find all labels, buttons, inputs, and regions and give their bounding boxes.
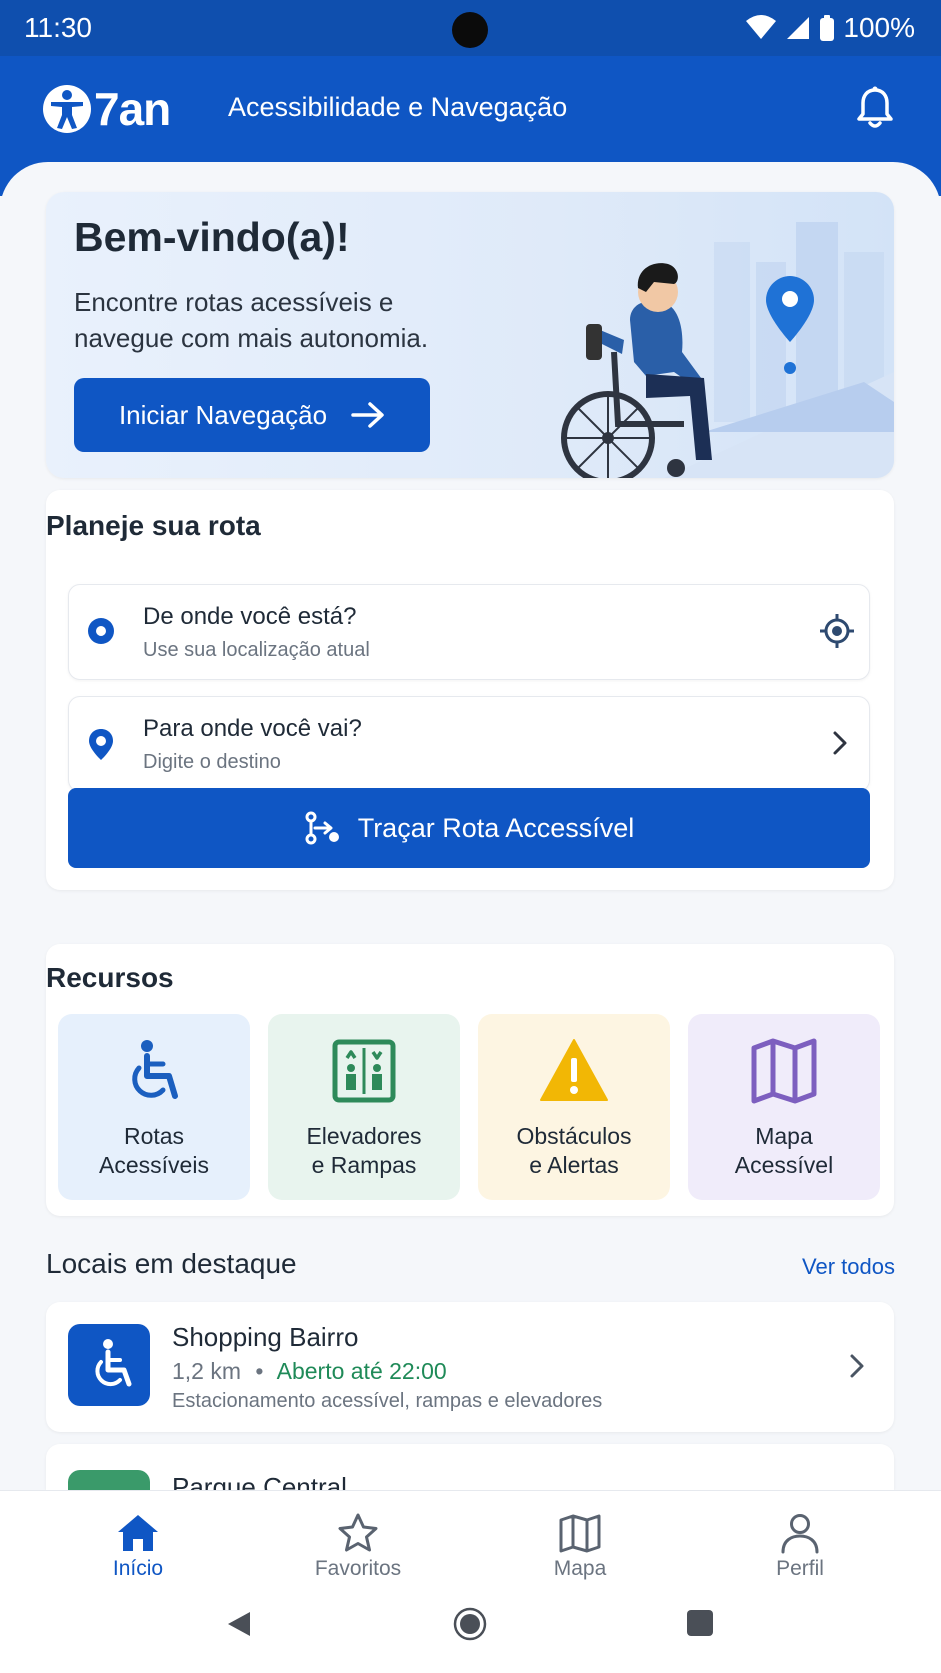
tile-obstacles-alerts-label: Obstáculos e Alertas xyxy=(516,1123,632,1178)
status-icons: 100% xyxy=(745,12,915,44)
map-icon xyxy=(559,1514,601,1553)
place-status: Aberto até 22:00 xyxy=(276,1358,447,1384)
locate-me-icon[interactable] xyxy=(819,613,855,649)
resources-card: Recursos Rotas Acessíveis Elevadores e R… xyxy=(46,944,894,1216)
nav-home[interactable]: Início xyxy=(58,1509,218,1581)
app-title: Acessibilidade e Navegação xyxy=(228,92,568,122)
wifi-icon xyxy=(746,15,777,39)
place-description: Estacionamento acessível, rampas e eleva… xyxy=(172,1390,603,1412)
bottom-navigation: Início Favoritos Mapa Perfil xyxy=(0,1490,941,1673)
tile-elevators-ramps-label: Elevadores e Rampas xyxy=(306,1123,422,1178)
warning-icon xyxy=(540,1039,608,1101)
origin-hint: Use sua localização atual xyxy=(143,639,370,661)
nav-favorites[interactable]: Favoritos xyxy=(278,1509,438,1581)
origin-field[interactable]: De onde você está? Use sua localização a… xyxy=(68,584,870,680)
wheelchair-icon xyxy=(132,1040,178,1099)
place-name: Shopping Bairro xyxy=(172,1322,359,1352)
nav-favorites-label: Favoritos xyxy=(314,1557,402,1580)
signal-icon xyxy=(787,17,810,39)
elevator-icon xyxy=(332,1039,396,1103)
origin-label: De onde você está? xyxy=(143,603,357,630)
route-planner-title: Planeje sua rota xyxy=(46,510,261,541)
tile-accessible-routes[interactable]: Rotas Acessíveis xyxy=(58,1014,250,1200)
nav-profile[interactable]: Perfil xyxy=(720,1509,880,1581)
chevron-right-icon xyxy=(833,731,847,755)
destination-label: Para onde você vai? xyxy=(143,715,362,742)
nav-home-label: Início xyxy=(112,1557,164,1580)
welcome-subtitle: Encontre rotas acessíveis e navegue com … xyxy=(74,287,429,353)
arrow-right-icon xyxy=(351,402,384,428)
place-name: Parque Central xyxy=(172,1472,347,1490)
nav-map[interactable]: Mapa xyxy=(500,1509,660,1581)
status-bar: 11:30 100% xyxy=(0,0,941,56)
wheelchair-user-illustration xyxy=(561,222,894,478)
destination-field[interactable]: Para onde você vai? Digite o destino xyxy=(68,696,870,792)
wheelchair-icon xyxy=(95,1339,132,1387)
tile-accessible-routes-label: Rotas Acessíveis xyxy=(99,1123,209,1178)
camera-cutout xyxy=(452,12,488,48)
back-icon[interactable] xyxy=(224,1609,254,1639)
tile-accessible-map[interactable]: Mapa Acessível xyxy=(688,1014,880,1200)
welcome-title: Bem-vindo(a)! xyxy=(74,214,350,260)
route-icon xyxy=(305,811,339,845)
place-thumbnail xyxy=(68,1324,150,1406)
star-icon xyxy=(338,1513,378,1552)
tile-elevators-ramps[interactable]: Elevadores e Rampas xyxy=(268,1014,460,1200)
chevron-right-icon xyxy=(850,1354,864,1378)
welcome-banner: Bem-vindo(a)! Encontre rotas acessíveis … xyxy=(46,192,894,478)
meta-separator: • xyxy=(255,1358,264,1384)
home-circle-icon[interactable] xyxy=(453,1607,487,1641)
place-card[interactable]: Shopping Bairro 1,2 km • Aberto até 22:0… xyxy=(46,1302,894,1432)
trace-route-label: Traçar Rota Accessível xyxy=(357,812,635,843)
place-thumbnail xyxy=(68,1470,150,1490)
see-all-link[interactable]: Ver todos xyxy=(802,1254,895,1280)
status-time: 11:30 xyxy=(24,12,92,43)
app-logo[interactable]: 7an xyxy=(42,82,171,136)
tile-obstacles-alerts[interactable]: Obstáculos e Alertas xyxy=(478,1014,670,1200)
recents-icon[interactable] xyxy=(686,1609,714,1637)
tile-accessible-map-label: Mapa Acessível xyxy=(734,1123,834,1178)
person-icon xyxy=(781,1514,819,1554)
resources-title: Recursos xyxy=(46,962,174,993)
destination-hint: Digite o destino xyxy=(143,751,281,773)
bell-icon[interactable] xyxy=(855,86,895,130)
start-navigation-label: Iniciar Navegação xyxy=(118,399,328,430)
destination-pin-icon xyxy=(89,729,113,760)
home-icon xyxy=(118,1515,158,1551)
place-card[interactable]: Parque Central xyxy=(46,1444,894,1490)
battery-icon xyxy=(820,15,835,41)
nav-map-label: Mapa xyxy=(553,1557,607,1580)
origin-dot-icon xyxy=(88,618,114,644)
map-icon xyxy=(751,1038,817,1104)
trace-route-button[interactable]: Traçar Rota Accessível xyxy=(68,788,870,868)
start-navigation-button[interactable]: Iniciar Navegação xyxy=(74,378,430,452)
accessibility-logo-icon xyxy=(43,85,91,133)
logo-text: 7an xyxy=(94,83,171,135)
featured-title: Locais em destaque xyxy=(46,1248,297,1279)
route-planner-card: Planeje sua rota De onde você está? Use … xyxy=(46,490,894,890)
battery-percent: 100% xyxy=(843,12,915,43)
place-meta: 1,2 km • Aberto até 22:00 xyxy=(172,1358,447,1385)
nav-profile-label: Perfil xyxy=(776,1557,824,1580)
place-distance: 1,2 km xyxy=(172,1358,242,1384)
